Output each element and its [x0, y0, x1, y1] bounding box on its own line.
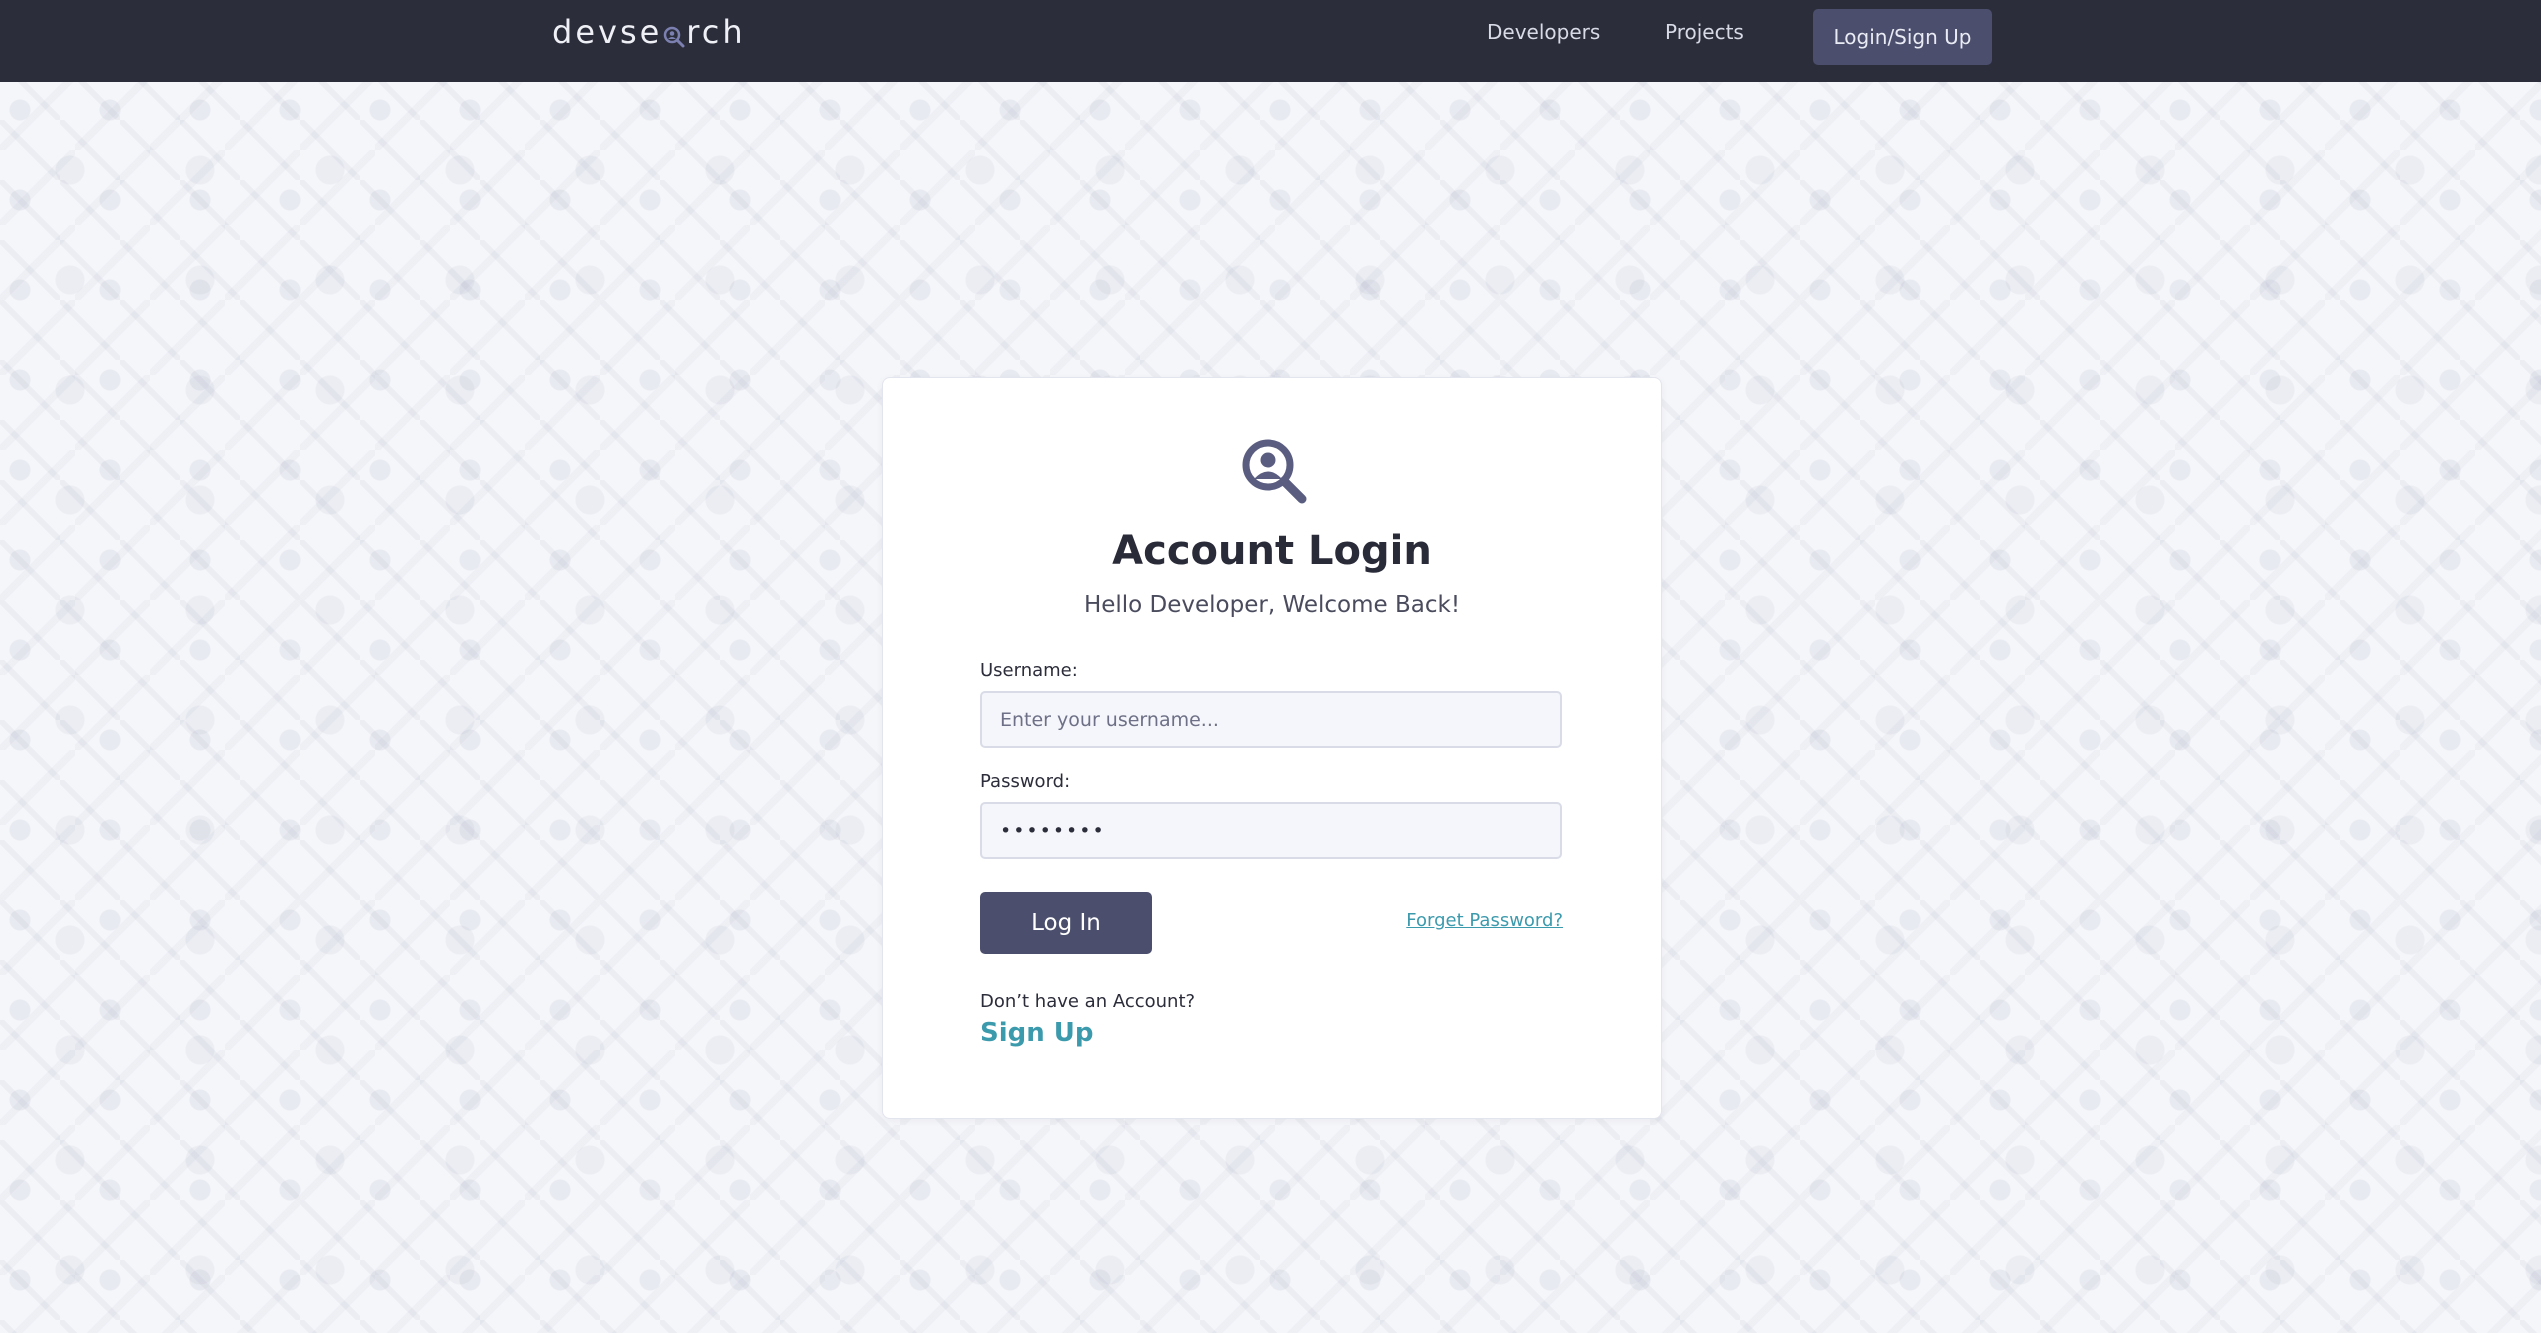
devsearch-logo[interactable]: devse rch — [552, 10, 746, 54]
login-card: Account Login Hello Developer, Welcome B… — [882, 377, 1662, 1119]
username-input[interactable] — [980, 691, 1562, 748]
password-input[interactable] — [980, 802, 1562, 859]
no-account-text: Don’t have an Account? — [980, 991, 1196, 1012]
search-person-icon — [1239, 436, 1309, 506]
nav-developers-link[interactable]: Developers — [1487, 20, 1600, 44]
top-nav-bar: devse rch Developers Projects Login/Sign… — [0, 0, 2541, 82]
page-title: Account Login — [1112, 528, 1432, 574]
username-label: Username: — [980, 660, 1078, 681]
nav-projects-link[interactable]: Projects — [1665, 20, 1744, 44]
password-label: Password: — [980, 771, 1071, 792]
logo-text-end: rch — [686, 13, 746, 51]
sign-up-link[interactable]: Sign Up — [980, 1018, 1094, 1048]
logo-text-start: devse — [552, 13, 663, 51]
log-in-button[interactable]: Log In — [980, 892, 1152, 954]
nav-login-signup-button[interactable]: Login/Sign Up — [1813, 9, 1992, 65]
forgot-password-link[interactable]: Forget Password? — [1403, 910, 1563, 931]
search-person-icon — [663, 20, 685, 48]
page-subtitle: Hello Developer, Welcome Back! — [1083, 592, 1461, 618]
